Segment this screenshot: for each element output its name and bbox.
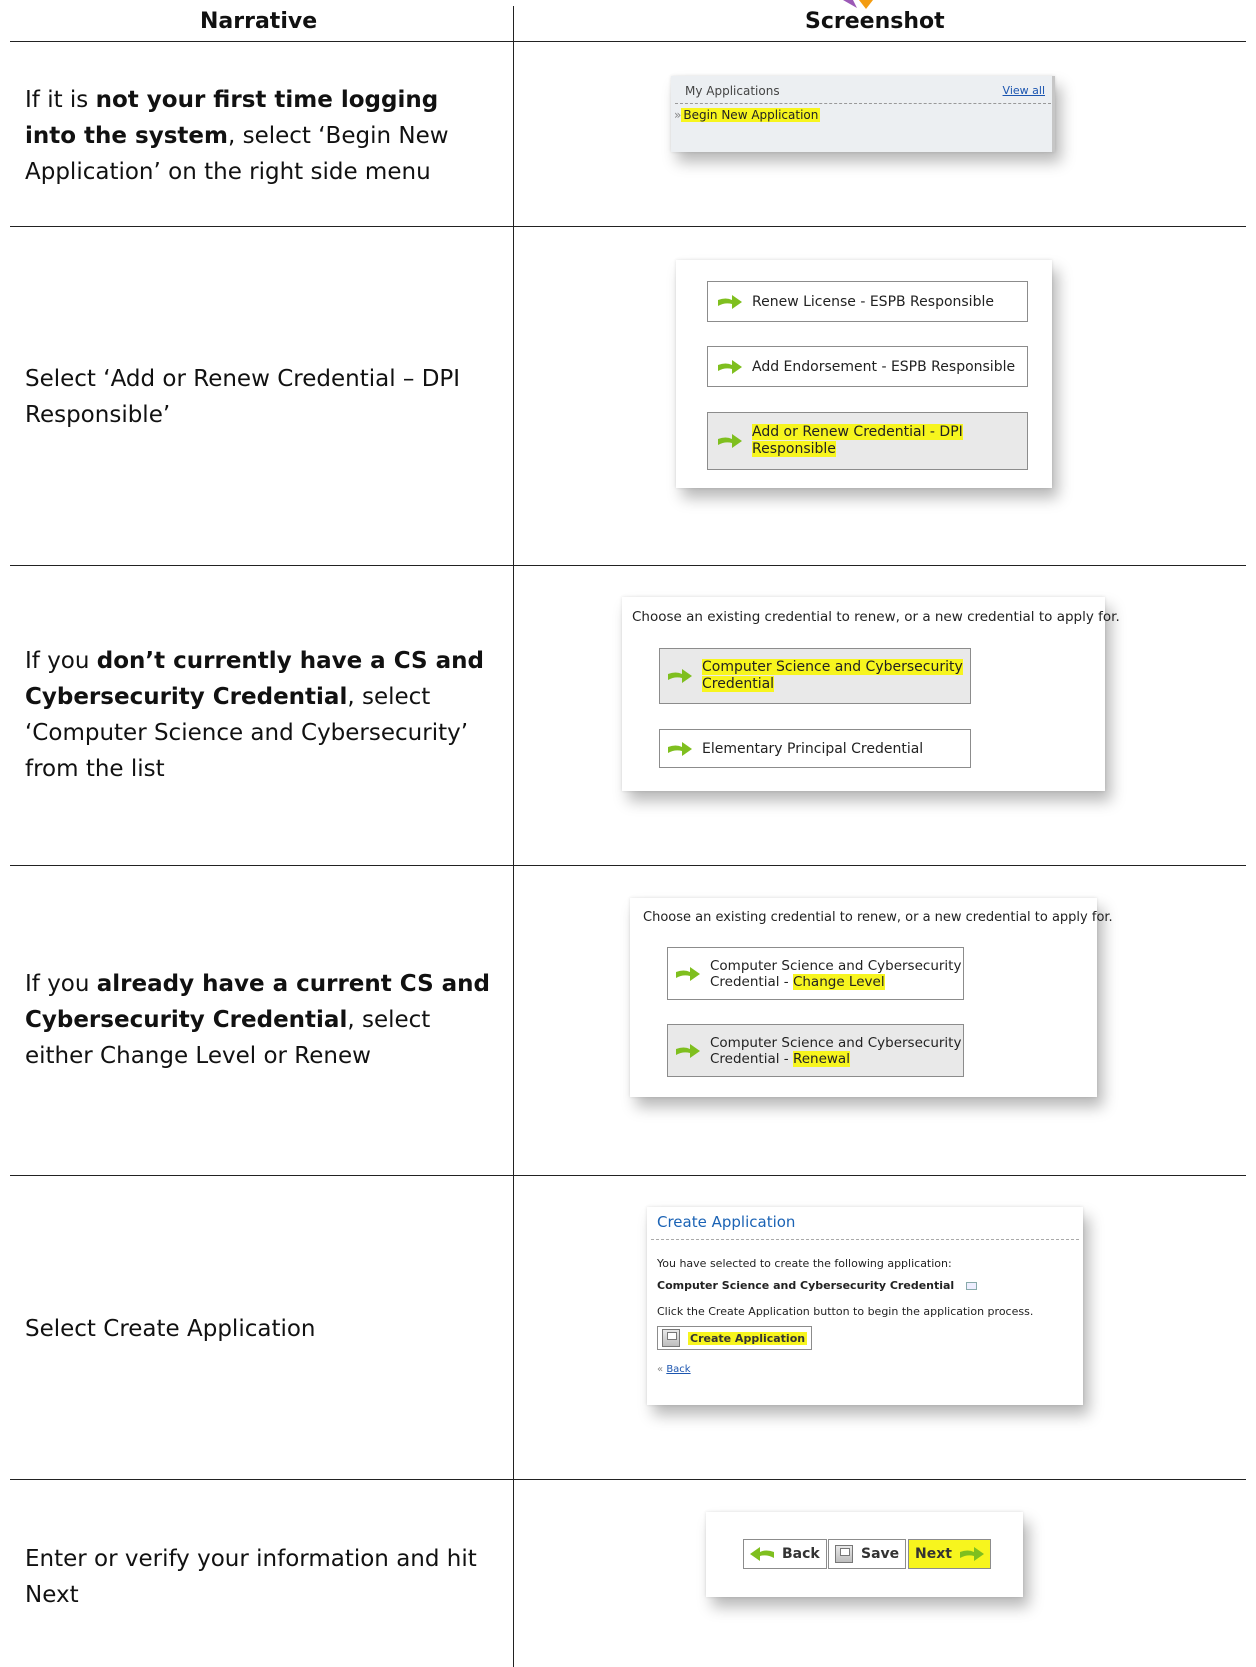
table-rule (10, 1479, 1246, 1480)
cs-cybersecurity-credential-button[interactable]: Computer Science and Cybersecurity Crede… (659, 648, 971, 704)
column-divider (513, 6, 514, 1667)
green-arrow-icon (668, 741, 692, 756)
table-rule (10, 41, 1246, 42)
logo-fragment (843, 0, 873, 9)
renew-license-button[interactable]: Renew License - ESPB Responsible (707, 281, 1028, 322)
choice-prompt: Choose an existing credential to renew, … (632, 609, 1120, 625)
back-link[interactable]: « Back (657, 1364, 691, 1375)
back-arrow-icon (750, 1547, 774, 1561)
narrative-row-5: Select Create Application (25, 1316, 316, 1342)
green-arrow-icon (718, 294, 742, 309)
save-disk-icon (835, 1545, 853, 1563)
green-arrow-icon (676, 966, 700, 981)
view-all-link[interactable]: View all (1003, 84, 1045, 97)
next-arrow-icon (959, 1547, 984, 1561)
divider (675, 103, 1051, 104)
application-name: Computer Science and Cybersecurity Crede… (657, 1279, 978, 1292)
back-button[interactable]: Back (743, 1539, 827, 1569)
create-application-button[interactable]: Create Application (657, 1326, 813, 1350)
renewal-button[interactable]: Computer Science and Cybersecurity Crede… (667, 1024, 964, 1077)
green-arrow-icon (676, 1043, 700, 1058)
panel-title: My Applications (685, 84, 780, 98)
create-application-panel: Create Application You have selected to … (647, 1207, 1083, 1405)
navigation-buttons-panel: Back Save Next (706, 1512, 1023, 1597)
back-chevron-icon: « (657, 1364, 664, 1375)
application-type-panel: Renew License - ESPB Responsible Add End… (676, 260, 1052, 488)
elementary-principal-credential-button[interactable]: Elementary Principal Credential (659, 729, 971, 768)
narrative-header: Narrative (200, 9, 318, 34)
green-arrow-icon (718, 434, 742, 448)
table-rule (10, 865, 1246, 866)
add-or-renew-credential-button[interactable]: Add or Renew Credential - DPI Responsibl… (707, 412, 1028, 470)
green-arrow-icon (718, 359, 742, 374)
next-button[interactable]: Next (908, 1539, 991, 1569)
my-applications-panel: My Applications View all » Begin New Appl… (671, 76, 1055, 152)
change-level-button[interactable]: Computer Science and Cybersecurity Crede… (667, 947, 964, 1000)
screenshot-header: Screenshot (805, 9, 945, 34)
instruction-text: Click the Create Application button to b… (657, 1305, 1034, 1318)
begin-new-application-link[interactable]: » Begin New Application (674, 108, 821, 122)
panel-edge (1052, 76, 1055, 152)
save-button[interactable]: Save (828, 1539, 907, 1569)
divider (651, 1239, 1079, 1240)
panel-title: Create Application (657, 1213, 796, 1231)
table-rule (10, 226, 1246, 227)
choice-prompt: Choose an existing credential to renew, … (643, 910, 1113, 925)
narrative-row-4: If you already have a current CS and Cyb… (25, 971, 491, 1069)
narrative-row-1: If it is not your first time logging int… (25, 87, 449, 185)
table-rule (10, 565, 1246, 566)
narrative-row-3: If you don’t currently have a CS and Cyb… (25, 648, 484, 782)
existing-credential-panel: Choose an existing credential to renew, … (630, 898, 1113, 1097)
narrative-row-6: Enter or verify your information and hit… (25, 1546, 477, 1608)
narrative-row-2: Select ‘Add or Renew Credential – DPI Re… (25, 366, 461, 428)
selected-text: You have selected to create the followin… (657, 1257, 952, 1270)
green-arrow-icon (668, 669, 692, 683)
credential-choice-panel: Choose an existing credential to renew, … (622, 597, 1120, 791)
save-disk-icon (662, 1329, 680, 1347)
info-icon (966, 1282, 978, 1290)
table-rule (10, 1175, 1246, 1176)
add-endorsement-button[interactable]: Add Endorsement - ESPB Responsible (707, 346, 1028, 387)
